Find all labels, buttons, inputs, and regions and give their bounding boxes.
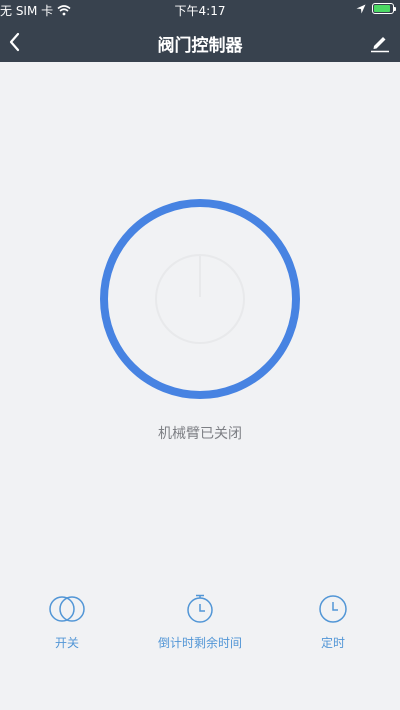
device-status: 机械臂已关闭: [158, 426, 242, 442]
clock-icon: [319, 595, 347, 623]
power-icon: [155, 254, 245, 344]
status-right: [356, 3, 396, 14]
stopwatch-icon: [187, 594, 213, 623]
pencil-icon: [371, 37, 389, 53]
battery-icon: [372, 3, 396, 14]
nav-bar: 阀门控制器: [0, 22, 400, 62]
power-toggle[interactable]: [100, 199, 300, 399]
edit-button[interactable]: [368, 30, 392, 54]
top-bar: 无 SIM 卡 下午4:17 阀门控制器: [0, 0, 400, 62]
timer-button[interactable]: 定时: [273, 594, 393, 651]
switch-label: 开关: [54, 636, 79, 650]
battery-level: [374, 5, 391, 12]
page-title: 阀门控制器: [157, 36, 243, 56]
status-time: 下午4:17: [174, 4, 226, 18]
countdown-label: 倒计时剩余时间: [157, 636, 242, 650]
power-ring: [100, 199, 300, 399]
toggle-icon: [49, 596, 85, 622]
switch-button[interactable]: 开关: [7, 594, 127, 651]
timer-label: 定时: [320, 636, 345, 650]
location-icon: [356, 4, 366, 13]
status-bar: 无 SIM 卡 下午4:17: [0, 0, 400, 20]
countdown-button[interactable]: 倒计时剩余时间: [140, 594, 260, 651]
